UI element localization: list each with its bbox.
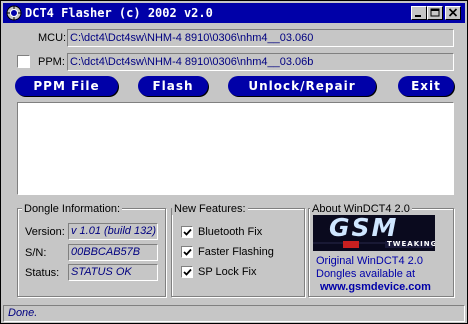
ppm-path-field[interactable]: C:\dct4\Dct4sw\NHM-4 8910\0306\nhm4__03.… bbox=[67, 53, 454, 71]
status-label: Status: bbox=[25, 267, 60, 279]
app-icon bbox=[6, 5, 22, 21]
minimize-icon bbox=[415, 15, 421, 17]
checkmark-icon bbox=[183, 268, 192, 276]
about-line-2: Dongles available at bbox=[316, 268, 416, 280]
checkmark-icon bbox=[183, 248, 192, 256]
title-bar[interactable]: DCT4 Flasher (c) 2002 v2.0 bbox=[3, 3, 465, 23]
version-value: v 1.01 (build 132) bbox=[68, 223, 158, 240]
mcu-path-field[interactable]: C:\dct4\Dct4sw\NHM-4 8910\0306\nhm4__03.… bbox=[67, 29, 454, 47]
close-icon bbox=[448, 8, 458, 17]
mcu-label: MCU: bbox=[38, 32, 67, 44]
bluetooth-fix-label: Bluetooth Fix bbox=[198, 226, 263, 238]
ppm-file-button[interactable]: PPM File bbox=[15, 76, 118, 96]
minimize-button[interactable] bbox=[411, 6, 427, 20]
version-label: Version: bbox=[25, 226, 65, 238]
sp-lock-fix-label: SP Lock Fix bbox=[198, 266, 257, 278]
bluetooth-fix-checkbox[interactable] bbox=[181, 226, 193, 238]
ppm-checkbox[interactable] bbox=[17, 55, 30, 68]
maximize-button[interactable] bbox=[427, 6, 443, 20]
unlock-repair-button[interactable]: Unlock/Repair bbox=[228, 76, 376, 96]
maximize-icon bbox=[430, 8, 440, 17]
status-bar: Done. bbox=[3, 305, 465, 322]
sp-lock-fix-checkbox[interactable] bbox=[181, 266, 193, 278]
sn-label: S/N: bbox=[25, 247, 47, 259]
flash-button[interactable]: Flash bbox=[138, 76, 208, 96]
dongle-info-title: Dongle Information: bbox=[22, 203, 122, 215]
faster-flashing-checkbox[interactable] bbox=[181, 246, 193, 258]
gsm-tweaking-logo: GSM TWEAKING bbox=[313, 215, 435, 251]
checkmark-icon bbox=[183, 228, 192, 236]
status-value: STATUS OK bbox=[68, 264, 158, 281]
exit-button[interactable]: Exit bbox=[398, 76, 454, 96]
faster-flashing-label: Faster Flashing bbox=[198, 246, 274, 258]
logo-text: GSM bbox=[329, 215, 399, 242]
sn-value: 00BBCAB57B bbox=[68, 244, 158, 261]
new-features-title: New Features: bbox=[172, 203, 248, 215]
logo-subtext: TWEAKING bbox=[387, 240, 435, 248]
close-button[interactable] bbox=[445, 6, 461, 20]
app-window: DCT4 Flasher (c) 2002 v2.0 MCU: C:\dct4\… bbox=[0, 0, 468, 324]
about-line-1: Original WinDCT4 2.0 bbox=[316, 255, 423, 267]
window-title: DCT4 Flasher (c) 2002 v2.0 bbox=[25, 6, 213, 20]
about-url-link[interactable]: www.gsmdevice.com bbox=[320, 281, 431, 293]
about-title: About WinDCT4 2.0 bbox=[310, 203, 412, 215]
log-output[interactable] bbox=[17, 102, 454, 195]
ppm-label: PPM: bbox=[38, 56, 65, 68]
status-text: Done. bbox=[8, 307, 38, 319]
